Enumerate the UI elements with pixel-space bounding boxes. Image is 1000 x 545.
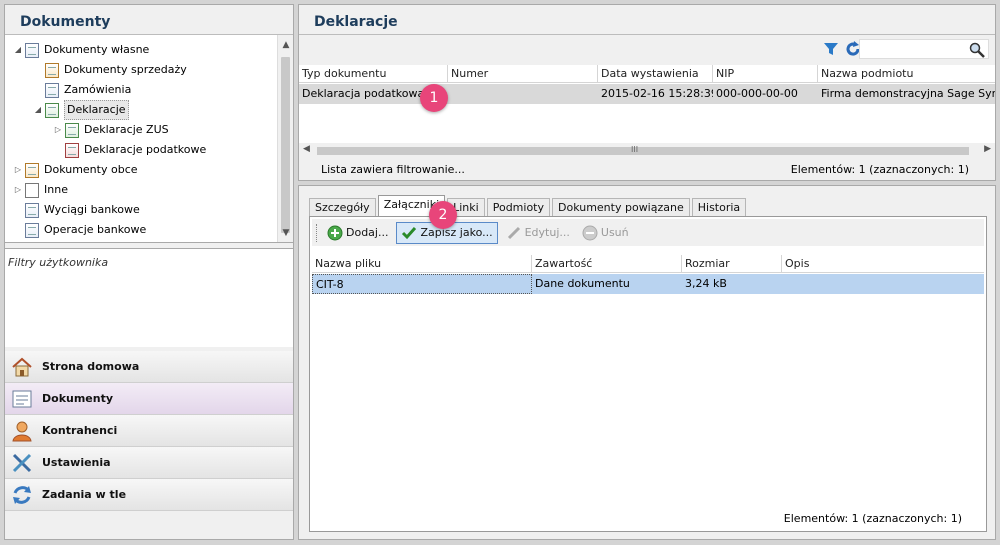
tree-item-sales-documents[interactable]: Dokumenty sprzedaży	[33, 61, 187, 79]
tree-item-orders[interactable]: Zamówienia	[33, 81, 131, 99]
tree-item-bank-statements[interactable]: Wyciągi bankowe	[13, 201, 140, 219]
column-header[interactable]: Opis	[782, 255, 984, 273]
scroll-grip: III	[631, 145, 639, 154]
tree-item-own-documents[interactable]: ◢ Dokumenty własne	[13, 41, 149, 59]
person-icon	[12, 421, 32, 441]
bank-statement-icon	[25, 202, 39, 218]
attachments-element-count: Elementów: 1 (zaznaczonych: 1)	[783, 512, 962, 525]
scroll-left-icon[interactable]: ◀	[303, 144, 310, 154]
edit-button[interactable]: Edytuj...	[502, 222, 574, 244]
scroll-down-icon[interactable]: ▼	[278, 225, 293, 241]
pencil-icon	[507, 226, 520, 239]
tree-item-tax-declarations[interactable]: Deklaracje podatkowe	[53, 141, 206, 159]
order-document-icon	[45, 82, 59, 98]
scroll-right-icon[interactable]: ▶	[984, 144, 991, 154]
documents-icon	[12, 390, 32, 407]
callout-badge-1: 1	[420, 84, 448, 112]
column-header[interactable]: Nazwa podmiotu	[818, 65, 995, 83]
column-header[interactable]: Zawartość	[532, 255, 682, 273]
expand-icon[interactable]: ◢	[33, 101, 43, 119]
tab-entities[interactable]: Podmioty	[486, 198, 550, 216]
grid-header: Typ dokumentu Numer Data wystawienia NIP…	[299, 65, 995, 83]
external-documents-icon	[25, 162, 39, 178]
nav-home[interactable]: Strona domowa	[5, 351, 293, 383]
declarations-panel: Deklaracje Typ dokumentu Numer Data wyst…	[298, 4, 996, 181]
tab-related-documents[interactable]: Dokumenty powiązane	[552, 198, 690, 216]
table-row[interactable]: Deklaracja podatkowa 2015-02-16 15:28:39…	[299, 84, 995, 104]
element-count: Elementów: 1 (zaznaczonych: 1)	[790, 163, 969, 176]
tree-item-bank-operations[interactable]: Operacje bankowe	[13, 221, 146, 239]
column-header[interactable]: Data wystawienia	[598, 65, 713, 83]
tab-history[interactable]: Historia	[691, 198, 747, 216]
nav-background-tasks[interactable]: Zadania w tle	[5, 479, 293, 511]
scroll-thumb[interactable]	[317, 147, 969, 155]
user-filters-panel: Filtry użytkownika	[5, 248, 293, 347]
module-navigation: Strona domowa Dokumenty Kontrahenci Usta…	[5, 351, 293, 537]
expand-icon[interactable]: ▷	[13, 181, 23, 199]
documents-panel-title: Dokumenty	[5, 5, 293, 35]
grid-header: Nazwa pliku Zawartość Rozmiar Opis	[312, 255, 984, 273]
tax-declaration-icon	[65, 142, 79, 158]
attachments-toolbar: Dodaj... Zapisz jako... Edytuj... Usuń	[312, 219, 984, 246]
filter-icon[interactable]	[823, 41, 839, 57]
expand-icon[interactable]: ◢	[13, 41, 23, 59]
sync-icon	[13, 485, 31, 504]
sales-document-icon	[45, 62, 59, 78]
tree-item-external-documents[interactable]: ▷ Dokumenty obce	[13, 161, 138, 179]
remove-icon	[582, 225, 598, 240]
add-button[interactable]: Dodaj...	[323, 222, 392, 244]
tree-scroll-thumb[interactable]	[281, 57, 290, 233]
house-icon	[12, 357, 32, 376]
bank-operation-icon	[25, 222, 39, 238]
tree-item-zus-declarations[interactable]: ▷ Deklaracje ZUS	[53, 121, 169, 139]
attachments-tab-content: Dodaj... Zapisz jako... Edytuj... Usuń N…	[309, 216, 987, 532]
scroll-up-icon[interactable]: ▲	[278, 37, 293, 53]
nav-contractors[interactable]: Kontrahenci	[5, 415, 293, 447]
checkmark-icon	[402, 226, 417, 239]
declaration-folder-icon	[45, 102, 59, 118]
folder-documents-icon	[25, 42, 39, 58]
search-toolbar	[299, 35, 995, 65]
documents-panel: Dokumenty ◢ Dokumenty własne Dokumenty s…	[4, 4, 294, 540]
declarations-panel-title: Deklaracje	[299, 5, 995, 35]
tree-item-declarations[interactable]: ◢ Deklaracje	[33, 100, 129, 120]
column-header[interactable]: NIP	[713, 65, 818, 83]
grid-horizontal-scrollbar[interactable]: ◀ III ▶	[299, 143, 995, 159]
tab-details[interactable]: Szczegóły	[309, 198, 376, 216]
column-header[interactable]: Typ dokumentu	[299, 65, 448, 83]
table-row[interactable]: CIT-8 Dane dokumentu 3,24 kB	[312, 274, 984, 294]
search-icon[interactable]	[969, 42, 985, 58]
tree-item-other[interactable]: ▷ Inne	[13, 181, 68, 199]
nav-documents[interactable]: Dokumenty	[5, 383, 293, 415]
expand-icon[interactable]: ▷	[13, 161, 23, 179]
document-tree: ◢ Dokumenty własne Dokumenty sprzedaży Z…	[5, 35, 293, 243]
callout-badge-2: 2	[429, 201, 457, 229]
user-filters-label: Filtry użytkownika	[8, 256, 109, 269]
attachments-grid: Nazwa pliku Zawartość Rozmiar Opis CIT-8…	[312, 255, 984, 511]
declarations-grid: Typ dokumentu Numer Data wystawienia NIP…	[299, 65, 995, 145]
details-tabs: Szczegóły Załączniki Linki Podmioty Doku…	[309, 195, 748, 216]
remove-button[interactable]: Usuń	[578, 222, 633, 244]
filter-status: Lista zawiera filtrowanie...	[321, 163, 465, 176]
blank-document-icon	[25, 182, 39, 198]
nav-settings[interactable]: Ustawienia	[5, 447, 293, 479]
details-panel: Szczegóły Załączniki Linki Podmioty Doku…	[298, 185, 996, 540]
tree-scrollbar[interactable]: ▲ ▼	[277, 35, 293, 242]
add-icon	[327, 225, 343, 240]
search-input[interactable]	[859, 39, 989, 59]
expand-icon[interactable]: ▷	[53, 121, 63, 139]
tools-icon	[12, 453, 32, 472]
column-header[interactable]: Numer	[448, 65, 598, 83]
column-header[interactable]: Rozmiar	[682, 255, 782, 273]
toolbar-grip	[316, 223, 317, 242]
column-header[interactable]: Nazwa pliku	[312, 255, 532, 273]
zus-declaration-icon	[65, 122, 79, 138]
